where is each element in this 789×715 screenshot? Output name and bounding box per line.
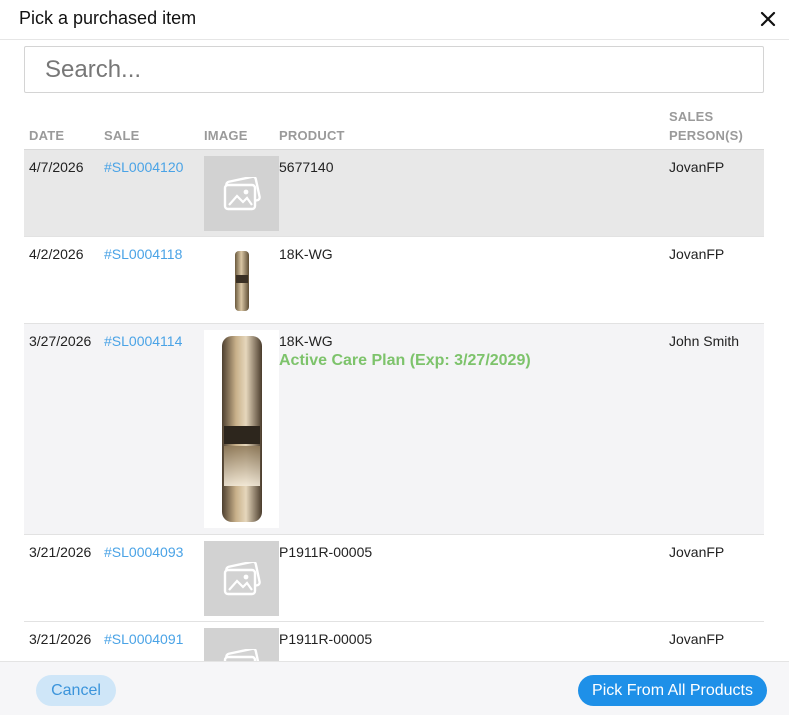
header-sales-persons-line1: SALES [669, 109, 714, 124]
row-date: 3/21/2026 [29, 544, 92, 560]
row-product-sku: P1911R-00005 [279, 544, 373, 560]
row-sales-person: JovanFP [669, 159, 725, 175]
search-input[interactable] [24, 46, 764, 93]
table-row[interactable]: 4/7/2026 #SL0004120 5677140 JovanFP [24, 150, 764, 237]
row-product-sku: 5677140 [279, 159, 334, 175]
row-image [204, 330, 279, 528]
purchased-items-table: DATE SALE IMAGE PRODUCT SALES PERSON(S) … [24, 104, 764, 709]
close-icon[interactable] [757, 8, 779, 30]
row-sales-person: JovanFP [669, 544, 725, 560]
row-product-sku: 18K-WG [279, 246, 333, 262]
table-row[interactable]: 3/21/2026 #SL0004093 P1911R-00005 JovanF… [24, 535, 764, 622]
care-plan-status: Active Care Plan (Exp: 3/27/2029) [279, 352, 531, 369]
row-product: 18K-WG [279, 245, 659, 264]
row-sale-link[interactable]: #SL0004118 [104, 245, 182, 264]
row-product: 18K-WG Active Care Plan (Exp: 3/27/2029) [279, 332, 659, 371]
row-product: 5677140 [279, 158, 659, 177]
row-product-sku: 18K-WG [279, 333, 333, 349]
row-image [204, 243, 279, 318]
dialog-footer: Cancel Pick From All Products [0, 661, 789, 715]
row-date: 3/27/2026 [29, 333, 92, 349]
row-product-sku: P1911R-00005 [279, 631, 373, 647]
row-image [204, 156, 279, 231]
row-sale-link[interactable]: #SL0004120 [104, 158, 183, 177]
dialog-header: Pick a purchased item [0, 0, 789, 40]
header-date: DATE [29, 128, 65, 143]
header-product: PRODUCT [279, 128, 345, 143]
header-sales-persons-line2: PERSON(S) [669, 128, 744, 143]
dialog-title: Pick a purchased item [19, 8, 197, 28]
image-placeholder-icon [204, 156, 279, 231]
pick-item-dialog: Pick a purchased item DATE SALE IMAGE PR… [0, 0, 789, 715]
pick-from-all-products-button[interactable]: Pick From All Products [578, 675, 767, 706]
header-sales-persons: SALES PERSON(S) [669, 107, 743, 145]
row-date: 4/7/2026 [29, 159, 84, 175]
image-placeholder-icon [204, 541, 279, 616]
cancel-button[interactable]: Cancel [36, 675, 116, 706]
row-date: 3/21/2026 [29, 631, 92, 647]
row-sales-person: JovanFP [669, 631, 725, 647]
row-date: 4/2/2026 [29, 246, 84, 262]
row-sale-link[interactable]: #SL0004114 [104, 332, 182, 351]
row-sales-person: JovanFP [669, 246, 725, 262]
row-image [204, 541, 279, 616]
header-sale: SALE [104, 128, 140, 143]
table-row[interactable]: 3/27/2026 #SL0004114 18K-WG Active Care … [24, 324, 764, 535]
row-sales-person: John Smith [669, 333, 740, 349]
table-row[interactable]: 4/2/2026 #SL0004118 18K-WG JovanFP [24, 237, 764, 324]
row-product: P1911R-00005 [279, 543, 659, 562]
row-sale-link[interactable]: #SL0004093 [104, 543, 183, 562]
ring-thumbnail [204, 243, 279, 318]
row-product: P1911R-00005 [279, 630, 659, 649]
table-header: DATE SALE IMAGE PRODUCT SALES PERSON(S) [24, 104, 764, 150]
ring-photo [204, 330, 279, 528]
row-sale-link[interactable]: #SL0004091 [104, 630, 183, 649]
header-image: IMAGE [204, 128, 248, 143]
